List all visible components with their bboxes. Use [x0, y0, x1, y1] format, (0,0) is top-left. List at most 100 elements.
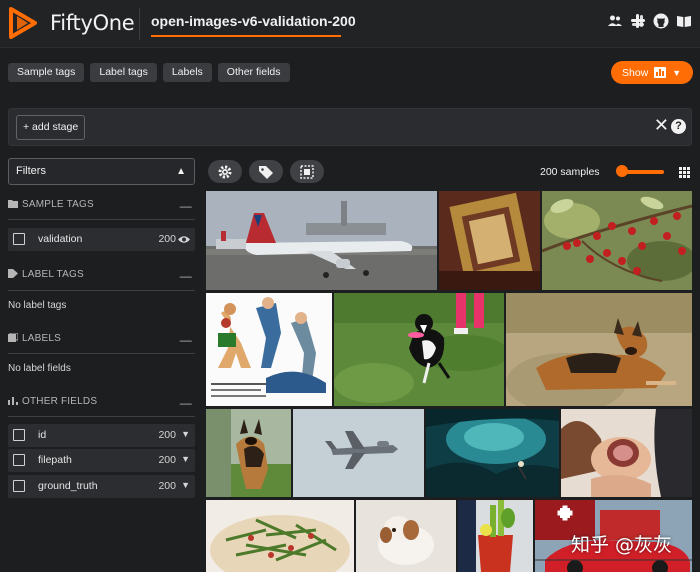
slack-icon[interactable] — [630, 13, 646, 29]
header-divider — [139, 8, 140, 40]
tag-button[interactable] — [249, 160, 283, 183]
fighter-jet-image — [293, 409, 424, 497]
field-name: filepath — [38, 454, 72, 466]
sample-tile-german-shepherd-lying[interactable] — [506, 293, 692, 406]
no-label-tags-text: No label tags — [8, 300, 67, 311]
sample-tile-berries[interactable] — [542, 191, 692, 290]
labels-icon — [8, 333, 18, 342]
gold-frame-image — [439, 191, 540, 290]
top-header: FiftyOne open-images-v6-validation-200 — [0, 0, 700, 48]
tag-icon — [259, 166, 273, 179]
fiftyone-logo-icon[interactable] — [6, 6, 40, 40]
checkbox[interactable] — [13, 480, 25, 492]
docs-book-icon[interactable] — [676, 13, 692, 29]
zoom-slider-handle[interactable] — [616, 165, 628, 177]
tab-label-tags[interactable]: Label tags — [90, 63, 157, 82]
labels-header[interactable]: LABELS — — [8, 333, 195, 349]
bar-chart-small-icon — [8, 397, 18, 405]
berries-image — [542, 191, 692, 290]
tab-other-fields[interactable]: Other fields — [217, 63, 290, 82]
filters-dropdown-label: Filters — [16, 165, 46, 177]
dataset-selector[interactable]: open-images-v6-validation-200 — [151, 13, 356, 29]
field-count: 200 — [158, 429, 176, 441]
select-button[interactable] — [290, 160, 324, 183]
label-tags-header[interactable]: LABEL TAGS — — [8, 269, 195, 285]
show-plots-button[interactable]: Show ▼ — [611, 61, 693, 84]
tab-sample-tags[interactable]: Sample tags — [8, 63, 85, 82]
sample-tile-boxing[interactable] — [206, 293, 332, 406]
german-shepherd-lying-image — [506, 293, 692, 406]
settings-icon — [218, 165, 232, 179]
sample-tile-fighter-jet[interactable] — [293, 409, 424, 497]
collapse-icon[interactable]: — — [180, 333, 192, 347]
grid-layout-icon[interactable] — [679, 167, 690, 178]
field-row-validation[interactable]: validation 200 — [8, 228, 195, 251]
chevron-up-icon: ▲ — [176, 166, 186, 177]
checkbox[interactable] — [13, 429, 25, 441]
collapse-icon[interactable]: — — [180, 199, 192, 213]
eye-icon[interactable] — [178, 234, 190, 245]
field-name: id — [38, 429, 47, 441]
github-icon[interactable] — [653, 13, 669, 29]
checkbox[interactable] — [13, 233, 25, 245]
german-shepherd-walking-image — [206, 409, 291, 497]
bloody-mary-image — [458, 500, 533, 572]
field-type-tabs: Sample tags Label tags Labels Other fiel… — [8, 63, 290, 82]
clear-stages-icon[interactable]: ✕ — [654, 116, 669, 136]
collapse-icon[interactable]: — — [180, 396, 192, 410]
field-row-filepath[interactable]: filepath 200 ▼ — [8, 449, 195, 472]
bar-chart-icon — [654, 67, 667, 78]
chevron-down-icon[interactable]: ▼ — [181, 429, 190, 439]
sample-tile-bloody-mary[interactable] — [458, 500, 533, 572]
sample-tile-white-dog[interactable] — [356, 500, 456, 572]
watermark-text: 知乎 @灰灰 — [571, 534, 673, 556]
samples-count: 200 samples — [540, 166, 600, 178]
select-box-icon — [300, 165, 314, 179]
sample-tile-airplane[interactable] — [206, 191, 437, 290]
filters-dropdown[interactable]: Filters ▲ — [8, 158, 195, 185]
boxing-illustration-image — [206, 293, 332, 406]
help-icon[interactable]: ? — [671, 119, 686, 134]
header-icons — [607, 13, 692, 29]
field-count: 200 — [158, 480, 176, 492]
green-bean-dish-image — [206, 500, 354, 572]
field-count: 200 — [158, 454, 176, 466]
label-tags-title: LABEL TAGS — [22, 269, 84, 280]
hands-shell-image — [561, 409, 692, 497]
chevron-down-icon[interactable]: ▼ — [181, 480, 190, 490]
settings-button[interactable] — [208, 160, 242, 183]
sample-tile-hands-shell[interactable] — [561, 409, 692, 497]
dog-frisbee-image — [334, 293, 504, 406]
sample-tile-german-shepherd-walking[interactable] — [206, 409, 291, 497]
field-count: 200 — [158, 233, 176, 245]
sample-tags-header[interactable]: SAMPLE TAGS — — [8, 199, 195, 215]
underwater-cave-image — [426, 409, 559, 497]
other-fields-header[interactable]: OTHER FIELDS — — [8, 396, 195, 412]
collapse-icon[interactable]: — — [180, 269, 192, 283]
field-row-ground-truth[interactable]: ground_truth 200 ▼ — [8, 475, 195, 498]
sample-tile-gold-frame[interactable] — [439, 191, 540, 290]
airplane-image — [206, 191, 437, 290]
tag-group-icon — [8, 269, 18, 278]
group-divider — [8, 219, 195, 220]
sample-tags-title: SAMPLE TAGS — [22, 199, 94, 210]
brand-name: FiftyOne — [50, 11, 135, 35]
sample-tile-underwater[interactable] — [426, 409, 559, 497]
group-divider — [8, 290, 195, 291]
add-stage-button[interactable]: + add stage — [16, 115, 86, 140]
chevron-down-icon: ▼ — [672, 67, 682, 78]
group-divider — [8, 416, 195, 417]
team-icon[interactable] — [607, 13, 623, 29]
sample-tile-dog-frisbee[interactable] — [334, 293, 504, 406]
no-label-fields-text: No label fields — [8, 363, 71, 374]
tab-labels[interactable]: Labels — [162, 63, 212, 82]
field-name: validation — [38, 233, 83, 245]
chevron-down-icon[interactable]: ▼ — [181, 454, 190, 464]
other-fields-title: OTHER FIELDS — [22, 396, 98, 407]
checkbox[interactable] — [13, 454, 25, 466]
view-stage-bar: + add stage ✕ ? — [8, 108, 692, 146]
group-divider — [8, 353, 195, 354]
sample-tile-green-beans[interactable] — [206, 500, 354, 572]
field-name: ground_truth — [38, 480, 98, 492]
field-row-id[interactable]: id 200 ▼ — [8, 424, 195, 447]
